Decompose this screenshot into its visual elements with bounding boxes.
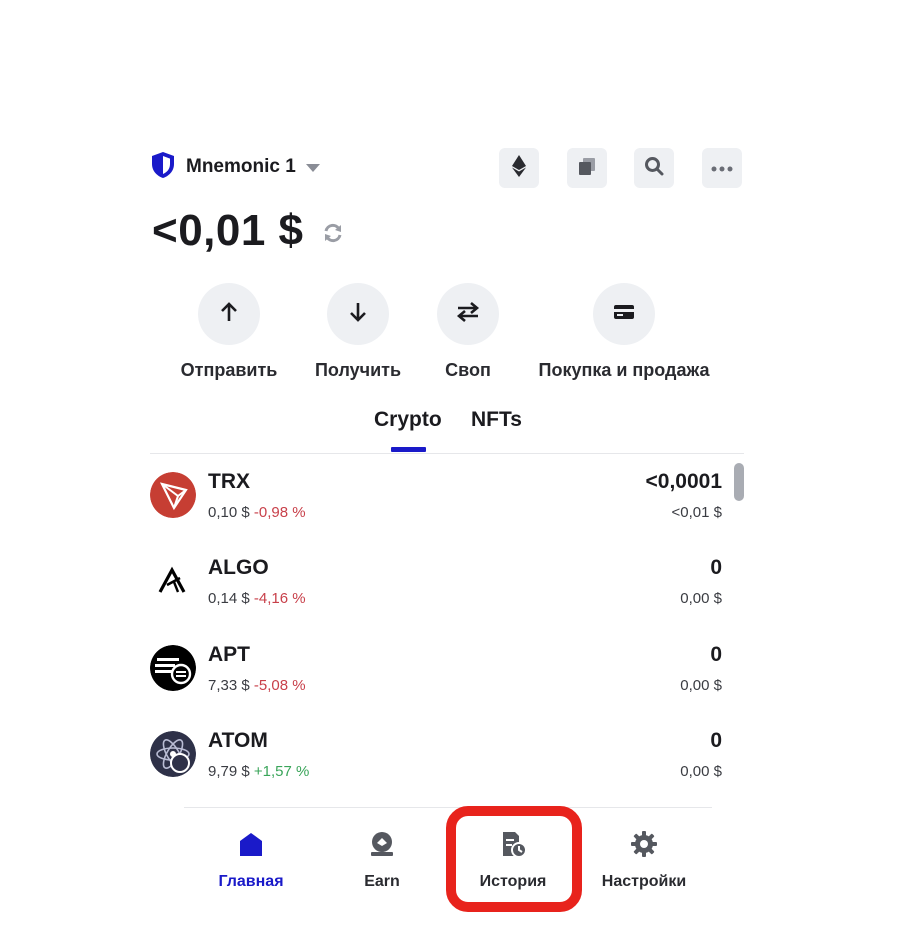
nav-home[interactable]: Главная bbox=[191, 830, 311, 894]
nav-label-earn: Earn bbox=[364, 873, 400, 890]
swap-button[interactable] bbox=[437, 283, 499, 345]
copy-icon bbox=[577, 156, 597, 181]
asset-amount: 0 bbox=[710, 729, 722, 752]
tabs-divider bbox=[150, 453, 744, 454]
buy-sell-label[interactable]: Покупка и продажа bbox=[524, 360, 724, 381]
list-scrollbar[interactable] bbox=[734, 463, 744, 501]
wallet-selector[interactable]: Mnemonic 1 bbox=[150, 150, 320, 184]
nav-earn[interactable]: Earn bbox=[322, 830, 442, 894]
wallet-name: Mnemonic 1 bbox=[186, 156, 296, 177]
asset-symbol: ATOM bbox=[208, 729, 268, 752]
send-label[interactable]: Отправить bbox=[168, 360, 290, 381]
asset-fiat-value: 0,00 $ bbox=[680, 763, 722, 780]
tab-active-indicator bbox=[391, 447, 426, 452]
asset-row-algo[interactable]: ALGO 0,14 $ -4,16 % 0 0,00 $ bbox=[150, 556, 724, 634]
asset-fiat-value: <0,01 $ bbox=[671, 504, 722, 521]
asset-price: 9,79 $ bbox=[208, 763, 250, 780]
earn-icon bbox=[368, 830, 396, 863]
asset-change: +1,57 % bbox=[253, 763, 310, 780]
asset-change: -5,08 % bbox=[253, 677, 306, 694]
asset-price-line: 9,79 $ +1,57 % bbox=[208, 763, 309, 780]
asset-symbol: APT bbox=[208, 643, 250, 666]
chevron-down-icon bbox=[305, 164, 320, 172]
search-button[interactable] bbox=[634, 148, 674, 188]
asset-price: 0,10 $ bbox=[208, 504, 250, 521]
asset-symbol: ALGO bbox=[208, 556, 269, 579]
bottom-nav-divider bbox=[184, 807, 712, 808]
algo-icon bbox=[150, 558, 196, 604]
buy-sell-button[interactable] bbox=[593, 283, 655, 345]
total-balance: <0,01 $ bbox=[152, 206, 304, 255]
asset-price-line: 7,33 $ -5,08 % bbox=[208, 677, 306, 694]
asset-price: 0,14 $ bbox=[208, 590, 250, 607]
receive-button[interactable] bbox=[327, 283, 389, 345]
asset-price-line: 0,14 $ -4,16 % bbox=[208, 590, 306, 607]
more-icon bbox=[711, 159, 733, 177]
arrow-up-icon bbox=[220, 301, 238, 328]
card-icon bbox=[613, 304, 635, 325]
tab-nfts[interactable]: NFTs bbox=[471, 408, 522, 432]
asset-amount: <0,0001 bbox=[645, 470, 723, 493]
nav-label-settings: Настройки bbox=[601, 873, 687, 890]
asset-change: -4,16 % bbox=[253, 590, 306, 607]
more-button[interactable] bbox=[702, 148, 742, 188]
tab-crypto[interactable]: Crypto bbox=[374, 408, 442, 432]
asset-amount: 0 bbox=[710, 643, 722, 666]
settings-icon bbox=[630, 830, 658, 863]
nav-settings[interactable]: Настройки bbox=[584, 830, 704, 894]
copy-button[interactable] bbox=[567, 148, 607, 188]
swap-label[interactable]: Своп bbox=[428, 360, 508, 381]
asset-change: -0,98 % bbox=[253, 504, 306, 521]
nav-label-home: Главная bbox=[218, 873, 284, 890]
eth-icon bbox=[512, 154, 526, 182]
history-highlight-box bbox=[446, 806, 582, 912]
asset-row-trx[interactable]: TRX 0,10 $ -0,98 % <0,0001 <0,01 $ bbox=[150, 470, 724, 548]
arrow-down-icon bbox=[349, 301, 367, 328]
asset-row-atom[interactable]: ATOM 9,79 $ +1,57 % 0 0,00 $ bbox=[150, 729, 724, 807]
refresh-icon[interactable] bbox=[320, 220, 346, 246]
atom-icon bbox=[150, 731, 196, 777]
trx-icon bbox=[150, 472, 196, 518]
receive-label[interactable]: Получить bbox=[298, 360, 418, 381]
asset-fiat-value: 0,00 $ bbox=[680, 590, 722, 607]
asset-row-apt[interactable]: APT 7,33 $ -5,08 % 0 0,00 $ bbox=[150, 643, 724, 721]
asset-price: 7,33 $ bbox=[208, 677, 250, 694]
search-icon bbox=[644, 156, 664, 181]
asset-symbol: TRX bbox=[208, 470, 250, 493]
swap-icon bbox=[456, 301, 480, 327]
asset-price-line: 0,10 $ -0,98 % bbox=[208, 504, 306, 521]
send-button[interactable] bbox=[198, 283, 260, 345]
network-button[interactable] bbox=[499, 148, 539, 188]
asset-amount: 0 bbox=[710, 556, 722, 579]
apt-icon bbox=[150, 645, 196, 691]
asset-fiat-value: 0,00 $ bbox=[680, 677, 722, 694]
shield-icon bbox=[150, 151, 176, 184]
home-icon bbox=[237, 830, 265, 863]
